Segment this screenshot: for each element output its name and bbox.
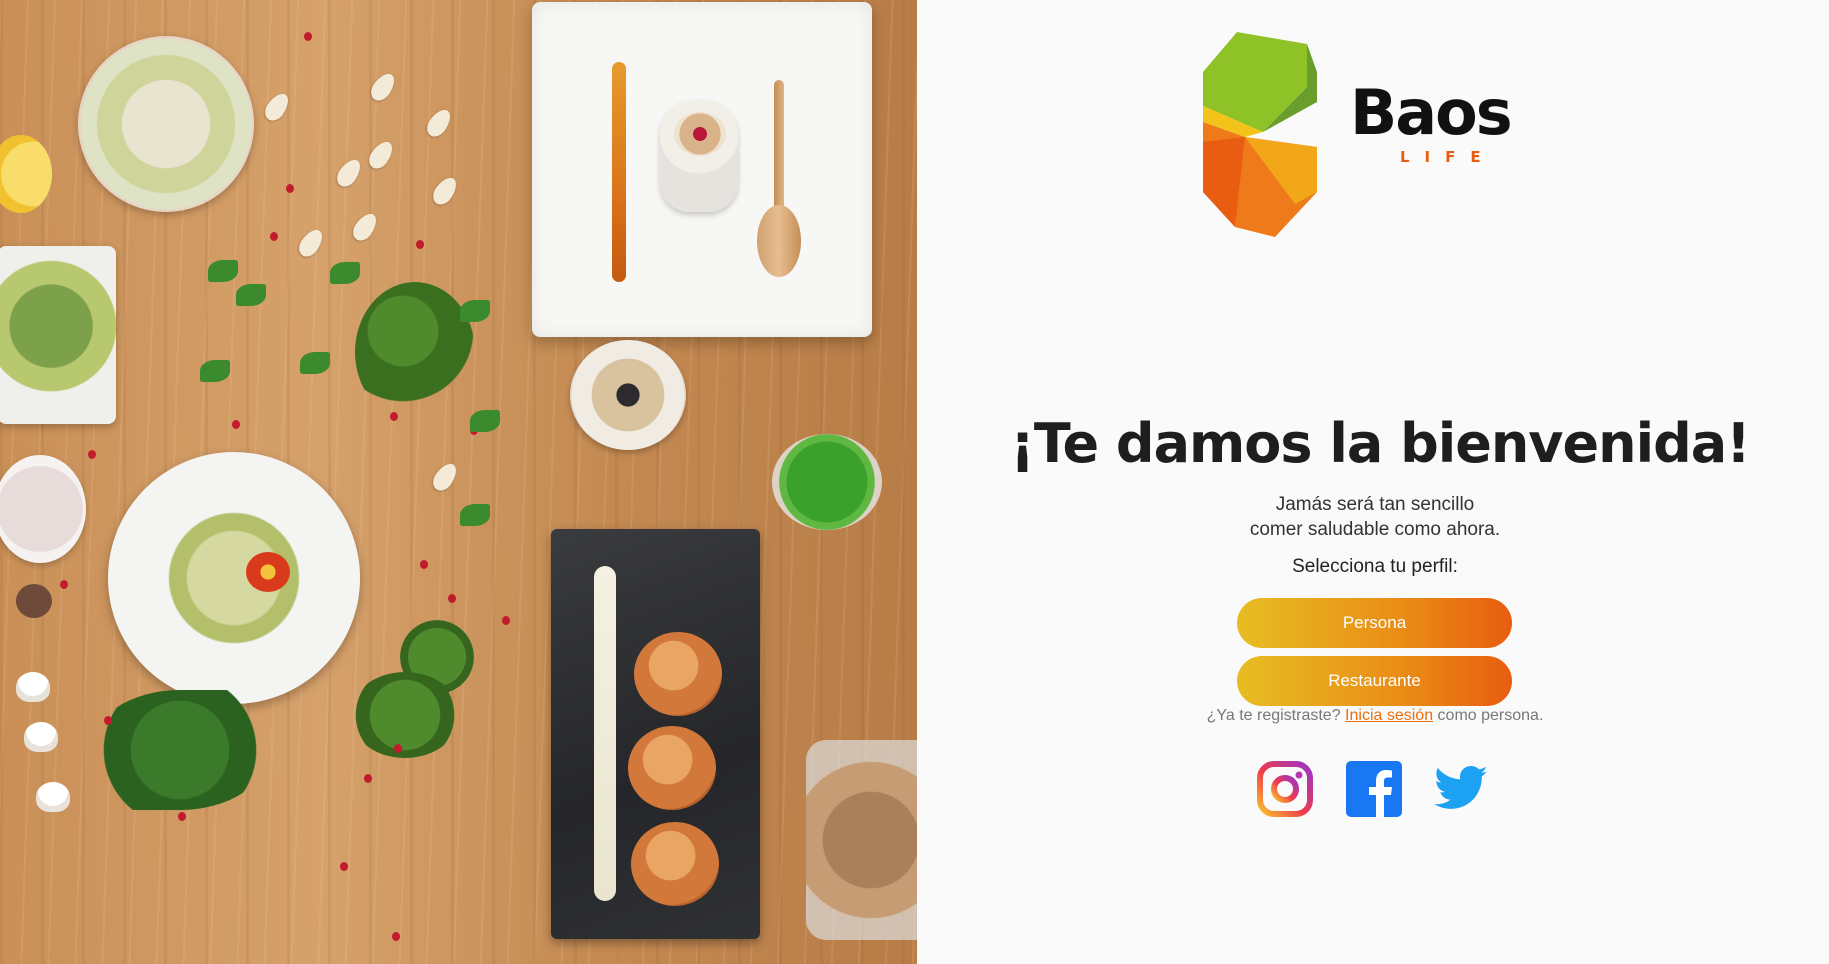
hero-food-image [0, 0, 917, 964]
persona-button[interactable]: Persona [1237, 598, 1512, 648]
sauce-streak [612, 62, 626, 282]
cherry-tomato [246, 552, 290, 592]
login-prefix: ¿Ya te registraste? [1206, 707, 1341, 724]
pomegranate-seed [340, 862, 348, 871]
cashew [349, 209, 381, 245]
brand-name: Baos [1350, 76, 1513, 149]
broccoli [350, 672, 460, 758]
cilantro-leaf [300, 352, 330, 374]
cream-sauce [594, 566, 616, 901]
brand-tagline: LIFE [1400, 148, 1496, 166]
mushroom [16, 672, 50, 702]
pomegranate-seed [390, 412, 398, 421]
pomegranate-seed [286, 184, 294, 193]
pomegranate-seed [448, 594, 456, 603]
cashew [429, 173, 461, 209]
green-juice-glass [772, 434, 882, 530]
chia-jar [570, 340, 686, 450]
cashew [423, 105, 455, 141]
basil-leaves [90, 690, 270, 810]
login-suffix: como persona. [1437, 707, 1544, 724]
cashew [365, 137, 397, 173]
wooden-spoon [757, 205, 801, 277]
pomegranate-seed [270, 232, 278, 241]
twitter-icon[interactable] [1432, 760, 1490, 818]
veggie-patty [634, 632, 722, 716]
cilantro-leaf [236, 284, 266, 306]
cilantro-leaf [470, 410, 500, 432]
cashew [367, 69, 399, 105]
pomegranate-seed [364, 774, 372, 783]
zucchini-pasta-plate [108, 452, 360, 704]
lemon-slice [0, 135, 52, 213]
cilantro-leaf [460, 300, 490, 322]
facebook-icon[interactable] [1345, 760, 1403, 818]
login-prompt: ¿Ya te registraste? Inicia sesión como p… [1070, 707, 1680, 725]
pomegranate-seed [178, 812, 186, 821]
salad-dish [0, 246, 116, 424]
nuts-jar [806, 740, 917, 940]
pomegranate-seed [304, 32, 312, 41]
pomegranate-seed [416, 240, 424, 249]
pomegranate-seed [88, 450, 96, 459]
subtitle-line-2: comer saludable como ahora. [1249, 519, 1501, 540]
mushroom [36, 782, 70, 812]
brand-logo: Baos LIFE [1195, 32, 1555, 242]
cashew [429, 459, 461, 495]
cashew [333, 155, 365, 191]
broccoli [355, 282, 475, 422]
mushroom [24, 722, 58, 752]
pomegranate-seed [392, 932, 400, 941]
pomegranate-seed [232, 420, 240, 429]
login-link[interactable]: Inicia sesión [1345, 707, 1433, 724]
cashew [261, 89, 293, 125]
profile-prompt: Selecciona tu perfil: [1292, 556, 1458, 577]
sprouts-bowl [78, 36, 254, 212]
cilantro-leaf [208, 260, 238, 282]
pomegranate-seed [420, 560, 428, 569]
pomegranate-seed [104, 716, 112, 725]
cilantro-leaf [200, 360, 230, 382]
mushroom [16, 584, 52, 618]
pomegranate-seed [60, 580, 68, 589]
pomegranate-topping [674, 112, 726, 156]
cilantro-leaf [330, 262, 360, 284]
pomegranate-seed [394, 744, 402, 753]
baos-logo-icon [1203, 32, 1317, 237]
salt-bowl [0, 455, 86, 563]
veggie-patty [628, 726, 716, 810]
cilantro-leaf [460, 504, 490, 526]
pomegranate-seed [502, 616, 510, 625]
page-title: ¡Te damos la bienvenida! [1010, 412, 1751, 475]
restaurante-button[interactable]: Restaurante [1237, 656, 1512, 706]
wooden-spoon-handle [774, 80, 784, 215]
veggie-patty [631, 822, 719, 906]
cashew [295, 225, 327, 261]
instagram-icon[interactable] [1256, 760, 1314, 818]
welcome-subtitle: Jamás será tan sencillo comer saludable … [1070, 492, 1680, 542]
subtitle-line-1: Jamás será tan sencillo [1275, 494, 1475, 515]
